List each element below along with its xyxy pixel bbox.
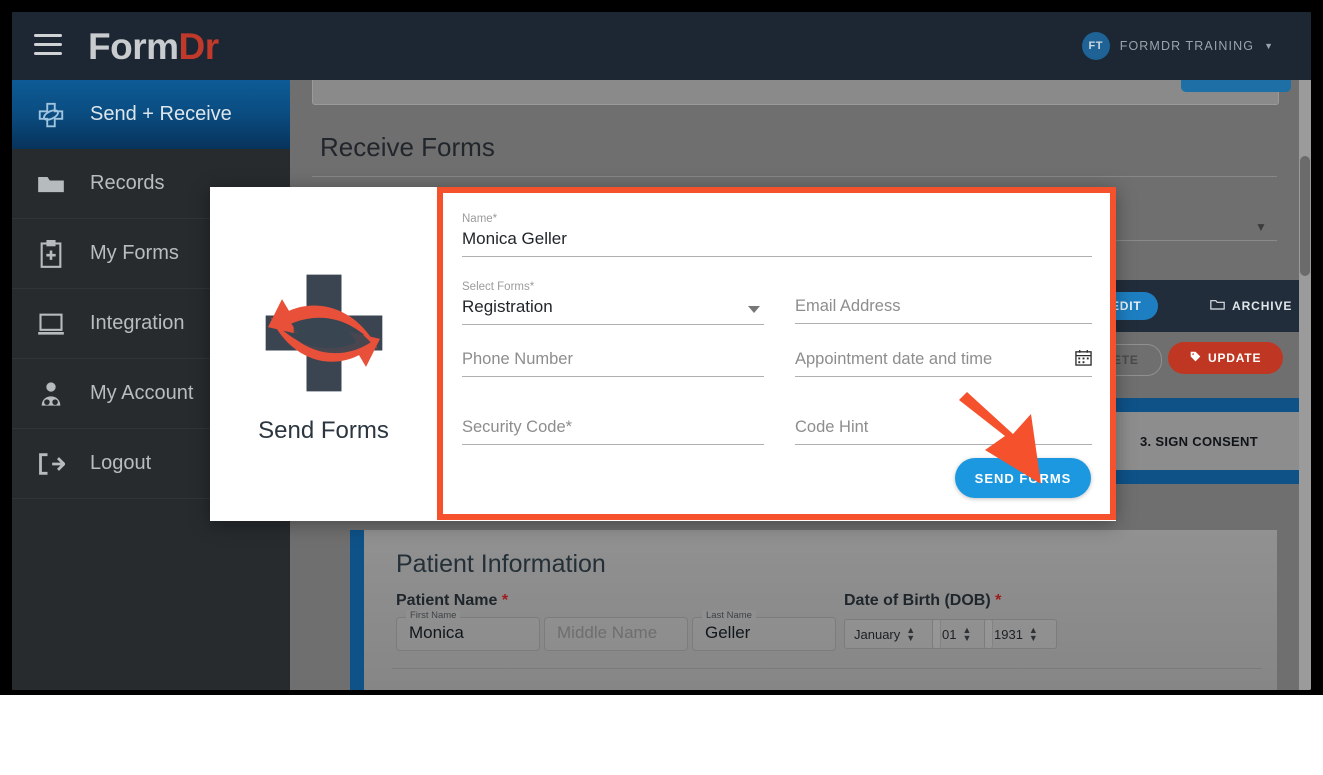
send-forms-button[interactable]: SEND FORMS <box>955 458 1091 498</box>
dob-label: Date of Birth (DOB) * <box>844 592 1002 609</box>
last-name-legend: Last Name <box>702 610 756 621</box>
avatar: FT <box>1081 32 1110 60</box>
name-label: Name* <box>462 213 498 225</box>
required-asterisk: * <box>995 592 1002 609</box>
sidebar-item-label: Logout <box>90 452 152 474</box>
field-underline <box>795 444 1092 445</box>
first-name-field[interactable]: First Name Monica <box>396 610 540 651</box>
receive-forms-title: Receive Forms <box>320 132 495 162</box>
modal-caption: Send Forms <box>258 417 389 444</box>
calendar-icon[interactable] <box>1075 349 1092 371</box>
select-forms-field[interactable]: Select Forms* Registration <box>462 281 764 325</box>
first-name-value: Monica <box>409 623 464 642</box>
field-underline <box>462 376 764 377</box>
field-underline <box>795 323 1092 324</box>
chevron-down-icon[interactable] <box>748 306 760 313</box>
chevron-down-icon: ▼ <box>1264 41 1273 51</box>
phone-placeholder: Phone Number <box>462 350 573 368</box>
monitor-icon <box>12 312 90 336</box>
required-asterisk: * <box>501 592 509 609</box>
field-divider <box>392 668 1262 669</box>
spinner-icon: ▲ ▼ <box>1028 625 1038 643</box>
top-card-remnant <box>312 80 1279 105</box>
middle-name-placeholder: Middle Name <box>557 623 658 642</box>
update-button[interactable]: UPDATE <box>1168 342 1284 374</box>
sidebar-item-label: Records <box>90 172 165 194</box>
field-underline <box>462 444 764 445</box>
hamburger-icon[interactable] <box>34 34 62 58</box>
name-value: Monica Geller <box>462 229 567 248</box>
dob-year-select[interactable]: 1931 ▲ ▼ <box>984 619 1057 649</box>
dob-month-select[interactable]: January ▲ ▼ <box>844 619 941 649</box>
code-hint-placeholder: Code Hint <box>795 418 869 436</box>
patient-name-label: Patient Name * <box>396 592 509 609</box>
phone-field[interactable]: Phone Number <box>462 350 764 377</box>
last-name-value: Geller <box>705 623 751 642</box>
security-code-field[interactable]: Security Code* <box>462 418 764 445</box>
tag-icon <box>1190 351 1201 365</box>
appointment-placeholder: Appointment date and time <box>795 350 993 368</box>
field-underline <box>795 376 1092 377</box>
field-underline <box>462 324 764 325</box>
step-sign-consent[interactable]: 3. SIGN CONSENT <box>1088 412 1310 470</box>
sidebar-item-label: My Forms <box>90 242 179 264</box>
top-blue-button[interactable] <box>1181 80 1291 92</box>
patient-information-card: Patient Information Patient Name * First… <box>350 530 1277 690</box>
dob-month-value: January <box>854 626 901 642</box>
modal-left-panel: Send Forms <box>210 187 437 521</box>
first-name-legend: First Name <box>406 610 461 621</box>
archive-button[interactable]: ARCHIVE <box>1210 298 1292 313</box>
account-name: FORMDR TRAINING <box>1119 39 1255 53</box>
sidebar-item-label: Integration <box>90 312 185 334</box>
send-receive-icon <box>12 100 90 130</box>
card-body: Patient Information Patient Name * First… <box>364 530 1277 690</box>
email-field[interactable]: Email Address <box>795 281 1092 324</box>
dob-day-value: 01 <box>942 626 957 642</box>
send-forms-cross-arrows-icon <box>265 274 382 392</box>
send-forms-modal: Send Forms Name* Monica Geller Select Fo… <box>210 187 1116 521</box>
vertical-scrollbar[interactable] <box>1299 80 1311 690</box>
app-logo[interactable]: FormDr <box>88 26 219 68</box>
select-forms-label: Select Forms* <box>462 281 535 293</box>
email-spacer <box>795 281 1092 293</box>
sidebar-item-label: Send + Receive <box>90 103 232 125</box>
user-doctor-icon <box>12 381 90 407</box>
update-label: UPDATE <box>1208 351 1262 365</box>
middle-name-field[interactable]: Middle Name <box>544 617 688 651</box>
screenshot-frame: Receive Forms ▼ EDIT ARCHIVE ETE UPDATE … <box>0 0 1323 695</box>
logo-text-accent: Dr <box>178 26 220 67</box>
code-hint-field[interactable]: Code Hint <box>795 418 1092 445</box>
dob-year-value: 1931 <box>994 626 1023 642</box>
archive-box-icon <box>1210 298 1225 313</box>
card-accent-stripe <box>350 530 364 690</box>
folder-icon <box>12 172 90 196</box>
chevron-down-icon[interactable]: ▼ <box>1255 220 1267 234</box>
account-menu[interactable]: FT FORMDR TRAINING ▼ <box>1081 32 1273 60</box>
field-underline <box>462 256 1092 257</box>
top-bar: FormDr FT FORMDR TRAINING ▼ <box>12 12 1311 80</box>
section-divider <box>312 176 1277 177</box>
select-forms-value: Registration <box>462 297 553 316</box>
send-forms-fields: Name* Monica Geller Select Forms* Regist… <box>450 201 1105 507</box>
sidebar-item-label: My Account <box>90 382 194 404</box>
appointment-field[interactable]: Appointment date and time <box>795 349 1092 377</box>
spinner-icon: ▲ ▼ <box>906 625 916 643</box>
clipboard-plus-icon <box>12 239 90 268</box>
spinner-icon: ▲ ▼ <box>962 625 972 643</box>
name-field[interactable]: Name* Monica Geller <box>462 213 1092 257</box>
patient-information-title: Patient Information <box>396 550 606 578</box>
security-code-placeholder: Security Code* <box>462 418 573 436</box>
logout-icon <box>12 452 90 476</box>
logo-text-main: Form <box>88 26 179 67</box>
last-name-field[interactable]: Last Name Geller <box>692 610 836 651</box>
email-placeholder: Email Address <box>795 297 901 315</box>
sidebar-item-send-receive[interactable]: Send + Receive <box>12 80 290 149</box>
archive-label: ARCHIVE <box>1232 298 1293 313</box>
scrollbar-thumb[interactable] <box>1300 156 1310 276</box>
